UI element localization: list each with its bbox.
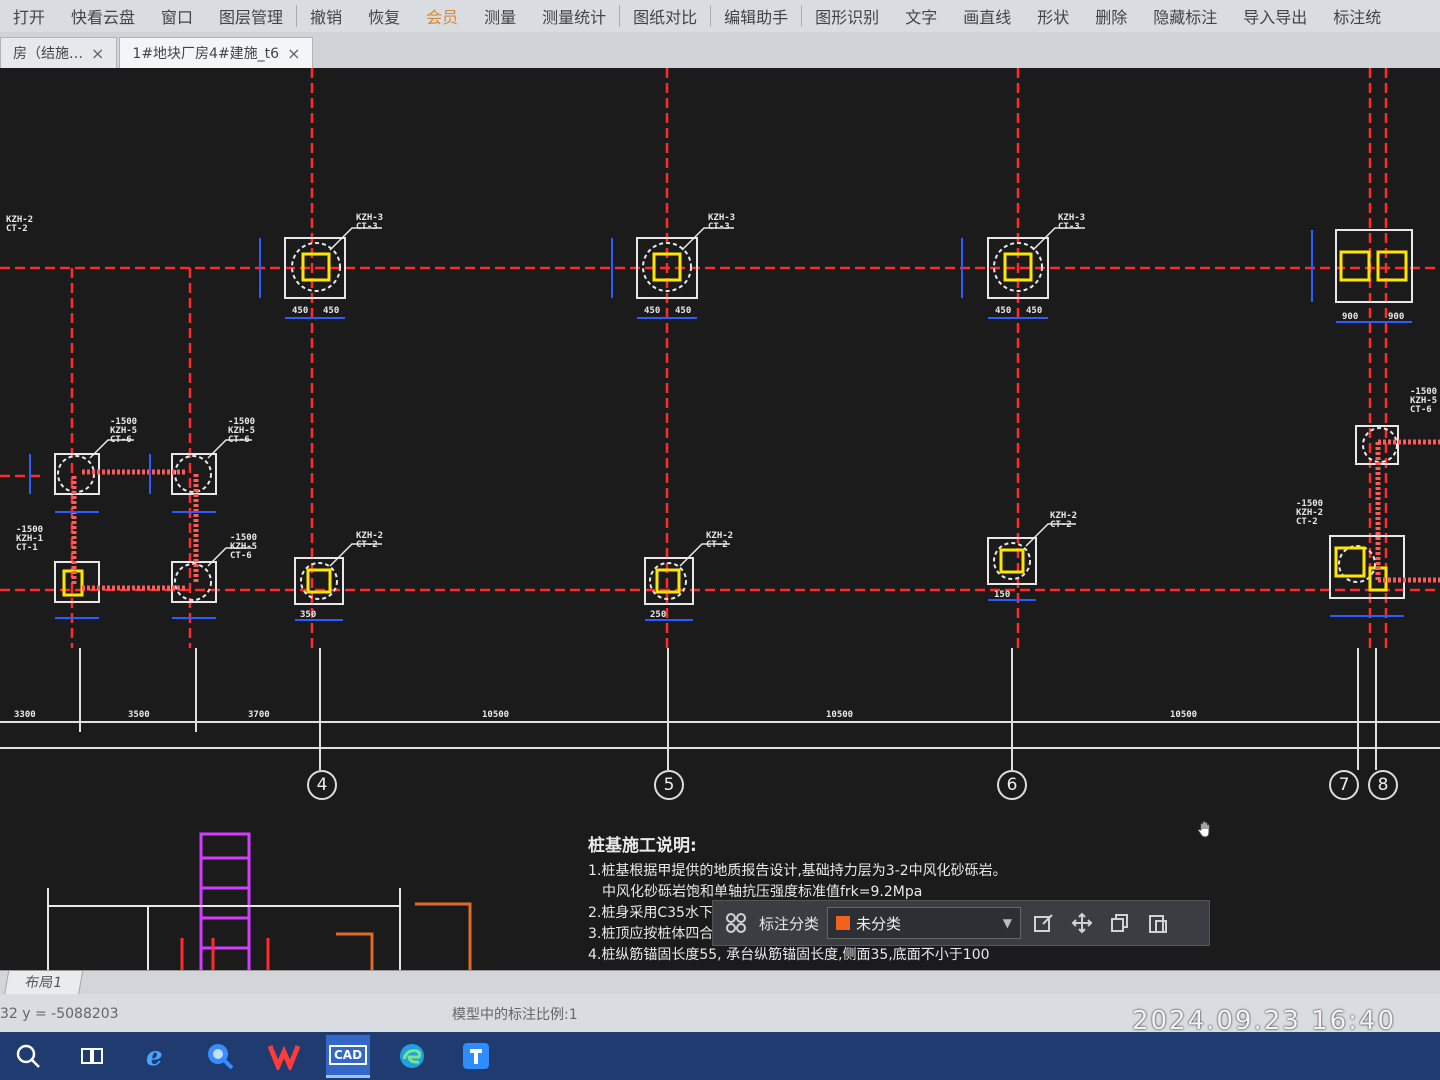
toolbar-shape-recognize[interactable]: 图形识别 [802, 4, 892, 28]
drawing-canvas[interactable]: KZH-3 CT-3 KZH-3 CT-3 KZH-3 CT-3 KZH-2 CT-2 … [0, 68, 1440, 970]
toolbar-layers[interactable]: 图层管理 [206, 4, 296, 28]
tab-label: 1#地块厂房4#建施_t6 [132, 46, 280, 62]
toolbar-measure[interactable]: 测量 [471, 4, 529, 28]
toolbar-open[interactable]: 打开 [0, 4, 58, 28]
pile-tag: -1500 KZH-5 CT-6 [230, 533, 258, 561]
axis-bubble: 8 [1368, 770, 1398, 800]
edge-icon[interactable] [390, 1036, 434, 1076]
layout-tab-bar: 布局1 [0, 970, 1440, 996]
toolbar-window[interactable]: 窗口 [148, 4, 206, 28]
tab-layout-1[interactable]: 布局1 [3, 971, 84, 996]
dimension-label: 10500 [482, 710, 510, 720]
dimension-label: 450 [995, 306, 1012, 316]
tab-label: 房（结施… [13, 46, 83, 62]
axis-bubble: 4 [307, 770, 337, 800]
toolbar-undo[interactable]: 撤销 [297, 4, 355, 28]
tab-document-1[interactable]: 房（结施… × [0, 37, 118, 68]
search-app-icon[interactable] [198, 1036, 242, 1076]
toolbar-compare[interactable]: 图纸对比 [620, 4, 710, 28]
windows-taskbar: e CAD [0, 1032, 1440, 1080]
dimension-label: 450 [1026, 306, 1043, 316]
tencent-icon[interactable] [454, 1036, 498, 1076]
dimension-label: 150 [994, 590, 1011, 600]
notes-line: 4.桩纵筋锚固长度55, 承台纵筋锚固长度,侧面35,底面不小于100 [588, 947, 990, 963]
notes-line: 1.桩基根据甲提供的地质报告设计,基础持力层为3-2中风化砂砾岩。 [588, 863, 1007, 879]
annotation-toolbar: 标注分类 未分类 ▼ [712, 900, 1210, 946]
pile-tag: KZH-2 CT-2 [706, 531, 734, 550]
ie-icon[interactable]: e [134, 1036, 178, 1076]
category-color-swatch [836, 916, 851, 930]
toolbar-delete[interactable]: 删除 [1082, 4, 1140, 28]
dimension-label: 900 [1342, 312, 1359, 322]
annotation-category-select[interactable]: 未分类 ▼ [827, 907, 1022, 939]
grid-icon[interactable] [721, 908, 751, 938]
pile-tag: -1500 KZH-5 CT-6 [110, 417, 138, 445]
dimension-label: 3300 [14, 710, 36, 720]
toolbar-measure-stats[interactable]: 测量统计 [529, 4, 619, 28]
toolbar-edit-assistant[interactable]: 编辑助手 [711, 4, 801, 28]
toolbar-annotation-stats[interactable]: 标注统 [1320, 4, 1394, 28]
dimension-label: 450 [644, 306, 661, 316]
dimension-label: 10500 [1170, 710, 1198, 720]
annotation-category-label: 标注分类 [759, 914, 820, 933]
pile-tag: KZH-3 CT-3 [356, 213, 384, 232]
pile-tag: KZH-3 CT-3 [1058, 213, 1086, 232]
annotation-scale: 模型中的标注比例:1 [452, 1007, 578, 1023]
search-icon[interactable] [6, 1036, 50, 1076]
pile-tag: -1500 KZH-5 CT-6 [1410, 387, 1438, 415]
dimension-label: 3500 [128, 710, 150, 720]
pile-cap [1311, 229, 1413, 323]
close-icon[interactable]: × [287, 44, 300, 63]
dimension-label: 900 [1388, 312, 1405, 322]
hand-cursor-icon [1196, 820, 1216, 840]
close-icon[interactable]: × [91, 44, 104, 63]
edit-icon[interactable] [1029, 908, 1059, 938]
toolbar-member[interactable]: 会员 [413, 4, 471, 28]
dimension-label: 250 [650, 610, 667, 620]
cad-drawing [0, 68, 1440, 970]
chevron-down-icon: ▼ [1002, 916, 1013, 930]
notes-title: 桩基施工说明: [588, 836, 697, 856]
axis-bubble: 7 [1329, 770, 1359, 800]
coordinate-readout: 32 y = -5088203 [0, 1006, 119, 1022]
axis-bubble: 5 [654, 770, 684, 800]
dimension-label: 3700 [248, 710, 270, 720]
toolbar-draw-line[interactable]: 画直线 [950, 4, 1024, 28]
tab-document-2[interactable]: 1#地块厂房4#建施_t6 × [119, 37, 314, 68]
pile-tag: KZH-3 CT-3 [708, 213, 736, 232]
pile-tag: -1500 KZH-1 CT-1 [16, 525, 44, 553]
wps-icon[interactable] [262, 1036, 306, 1076]
svg-text:e: e [146, 1042, 163, 1071]
pile-tag: -1500 KZH-5 CT-6 [228, 417, 256, 445]
toolbar-import-export[interactable]: 导入导出 [1230, 4, 1320, 28]
copy-icon[interactable] [1105, 908, 1135, 938]
pile-cap [1329, 535, 1405, 617]
dimension-label: 450 [323, 306, 340, 316]
toolbar-hide-annotations[interactable]: 隐藏标注 [1140, 4, 1230, 28]
dimension-label: 450 [675, 306, 692, 316]
move-icon[interactable] [1067, 908, 1097, 938]
pile-tag: -1500 KZH-2 CT-2 [1296, 499, 1324, 527]
category-selected: 未分类 [856, 914, 902, 933]
cad-icon[interactable]: CAD [326, 1034, 370, 1078]
pile-tag: KZH-2 CT-2 [356, 531, 384, 550]
paste-icon[interactable] [1143, 908, 1173, 938]
pile-tag: KZH-2 CT-2 [6, 215, 34, 234]
task-view-icon[interactable] [70, 1036, 114, 1076]
toolbar-redo[interactable]: 恢复 [355, 4, 413, 28]
pile-tag: KZH-2 CT-2 [1050, 511, 1078, 530]
cad-icon-text: CAD [328, 1044, 368, 1065]
toolbar-shape[interactable]: 形状 [1024, 4, 1082, 28]
toolbar-text[interactable]: 文字 [892, 4, 950, 28]
dimension-label: 450 [292, 306, 309, 316]
document-tab-bar: 房（结施… × 1#地块厂房4#建施_t6 × [0, 32, 1440, 68]
axis-bubble: 6 [997, 770, 1027, 800]
dimension-label: 10500 [826, 710, 854, 720]
toolbar: 打开 快看云盘 窗口 图层管理 撤销 恢复 会员 测量 测量统计 图纸对比 编辑… [0, 0, 1440, 33]
dimension-label: 350 [300, 610, 317, 620]
toolbar-cloud[interactable]: 快看云盘 [58, 4, 148, 28]
